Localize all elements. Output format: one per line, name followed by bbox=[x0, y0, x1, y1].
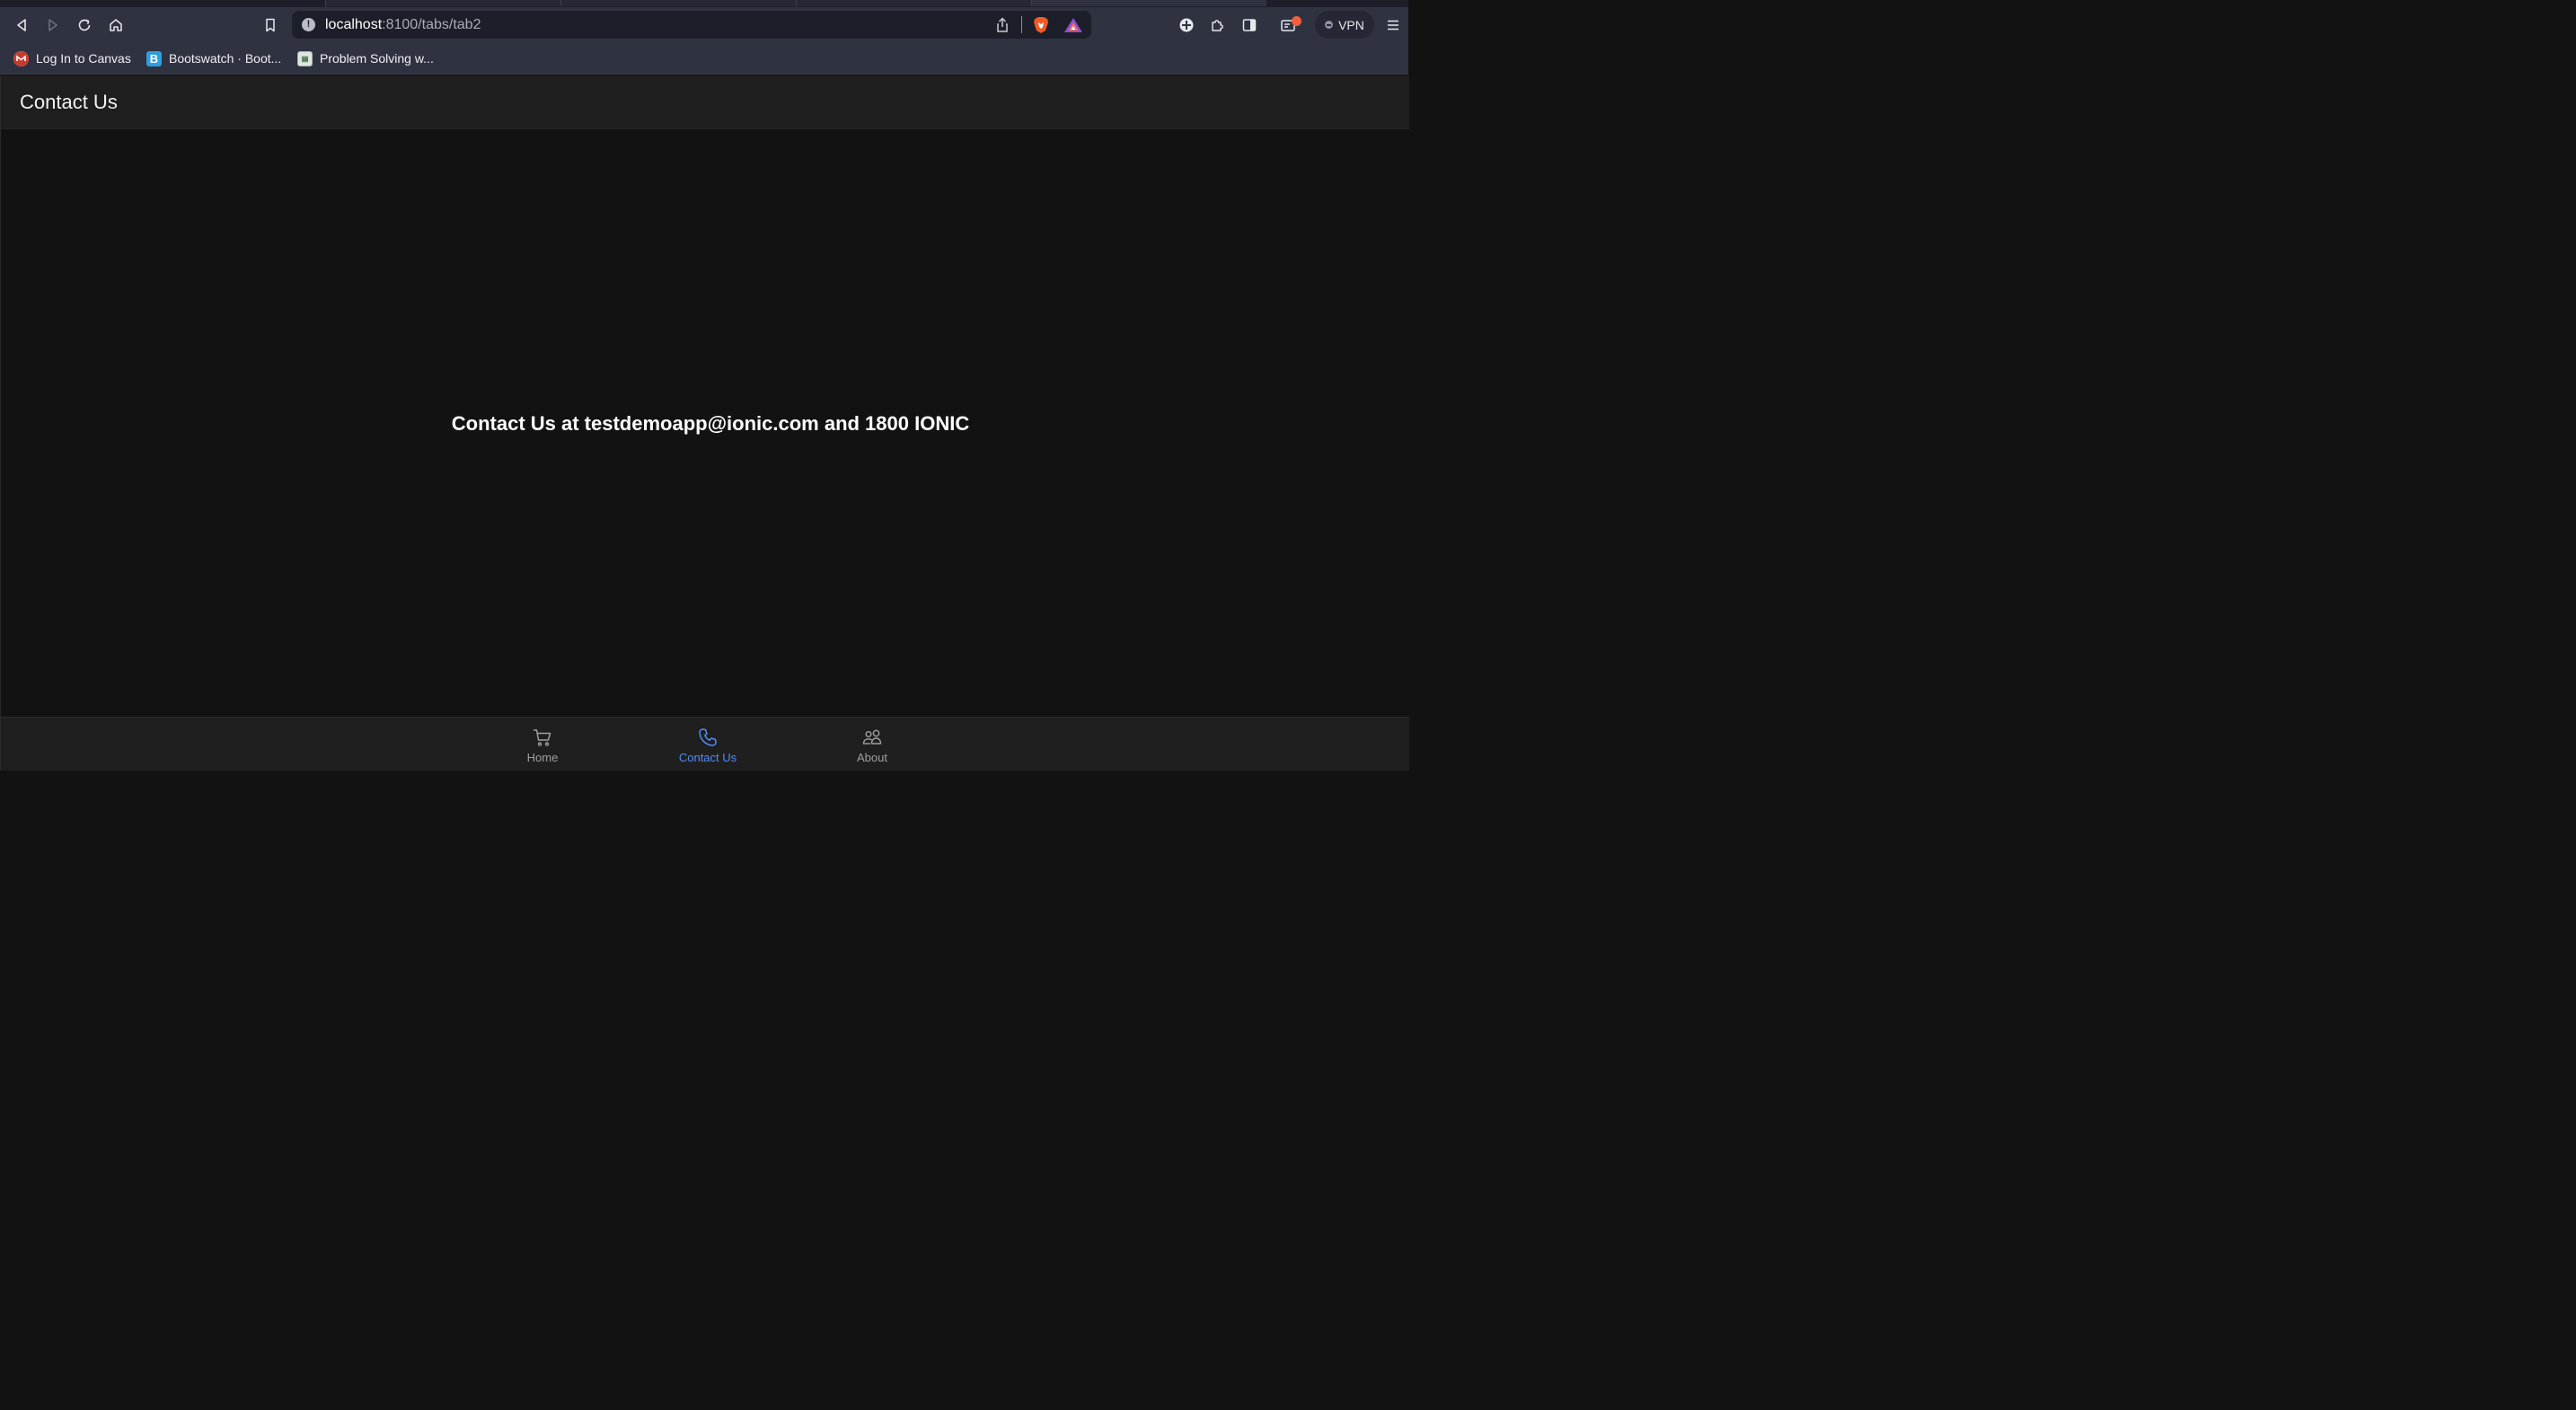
wallet-button[interactable] bbox=[1175, 13, 1198, 37]
browser-tab[interactable] bbox=[560, 0, 796, 6]
extensions-button[interactable] bbox=[1206, 13, 1230, 37]
reload-icon bbox=[78, 19, 91, 31]
tab-label: Contact Us bbox=[678, 751, 737, 764]
bootswatch-favicon: B bbox=[146, 50, 162, 66]
contact-message: Contact Us at testdemoapp@ionic.com and … bbox=[451, 412, 970, 435]
problem-solving-favicon: ▤ bbox=[297, 50, 313, 66]
tab-about[interactable]: About bbox=[823, 727, 922, 764]
reload-button[interactable] bbox=[73, 13, 96, 37]
forward-button[interactable] bbox=[41, 13, 65, 37]
brave-shields-icon[interactable] bbox=[1031, 15, 1051, 35]
url-path: :8100/tabs/tab2 bbox=[382, 17, 481, 32]
bookmark-problem-solving[interactable]: ▤ Problem Solving w... bbox=[297, 48, 434, 69]
browser-toolbar: ! localhost:8100/tabs/tab2 VPN bbox=[0, 7, 1408, 43]
vpn-status-icon bbox=[1325, 21, 1334, 29]
bookmark-icon bbox=[266, 18, 275, 32]
bookmark-label: Problem Solving w... bbox=[320, 51, 434, 66]
puzzle-icon bbox=[1212, 20, 1223, 31]
address-url[interactable]: localhost:8100/tabs/tab2 bbox=[325, 17, 481, 33]
bookmark-button[interactable] bbox=[259, 13, 282, 37]
tab-label: About bbox=[857, 751, 887, 764]
page-title: Contact Us bbox=[20, 91, 118, 113]
vpn-button[interactable]: VPN bbox=[1315, 11, 1374, 39]
ionic-app: Contact Us Contact Us at testdemoapp@ion… bbox=[0, 75, 1409, 771]
sidebar-icon bbox=[1242, 19, 1257, 31]
browser-tab-strip bbox=[0, 0, 1408, 7]
notification-badge bbox=[1292, 16, 1301, 26]
back-icon bbox=[17, 19, 26, 31]
app-header: Contact Us bbox=[1, 75, 1409, 129]
forward-icon bbox=[49, 19, 57, 31]
url-host: localhost bbox=[325, 17, 383, 32]
browser-tab-active[interactable] bbox=[1031, 0, 1266, 6]
tab-home[interactable]: Home bbox=[493, 727, 592, 764]
vpn-label: VPN bbox=[1338, 17, 1364, 32]
people-icon bbox=[862, 729, 882, 745]
tab-contact-us[interactable]: Contact Us bbox=[658, 727, 757, 764]
address-bar[interactable]: ! localhost:8100/tabs/tab2 bbox=[292, 11, 1091, 39]
bookmark-canvas[interactable]: Log In to Canvas bbox=[13, 48, 131, 69]
back-button[interactable] bbox=[10, 13, 33, 37]
bookmarks-bar: Log In to Canvas B Bootswatch · Boot... … bbox=[0, 43, 1408, 75]
home-button[interactable] bbox=[104, 13, 128, 37]
sidebar-button[interactable] bbox=[1238, 13, 1261, 37]
tab-label: Home bbox=[526, 751, 559, 764]
menu-button[interactable] bbox=[1381, 13, 1405, 37]
home-icon bbox=[110, 19, 122, 31]
bookmark-bootswatch[interactable]: B Bootswatch · Boot... bbox=[146, 48, 281, 69]
share-icon[interactable] bbox=[993, 16, 1011, 34]
bookmark-label: Log In to Canvas bbox=[36, 51, 131, 66]
canvas-favicon bbox=[13, 50, 29, 66]
brave-rewards-icon[interactable] bbox=[1063, 16, 1083, 34]
call-icon bbox=[699, 728, 717, 746]
wallet-icon bbox=[1179, 18, 1194, 32]
page-content: Contact Us at testdemoapp@ionic.com and … bbox=[1, 129, 1409, 717]
cart-icon bbox=[533, 729, 551, 746]
url-separator bbox=[1021, 16, 1022, 33]
bookmark-label: Bootswatch · Boot... bbox=[169, 51, 282, 66]
browser-tab[interactable] bbox=[796, 0, 1031, 6]
hamburger-menu-icon bbox=[1388, 20, 1398, 31]
tab-bar: Home Contact Us About bbox=[1, 717, 1409, 771]
browser-tab[interactable] bbox=[325, 0, 560, 6]
site-info-icon[interactable]: ! bbox=[302, 18, 315, 31]
